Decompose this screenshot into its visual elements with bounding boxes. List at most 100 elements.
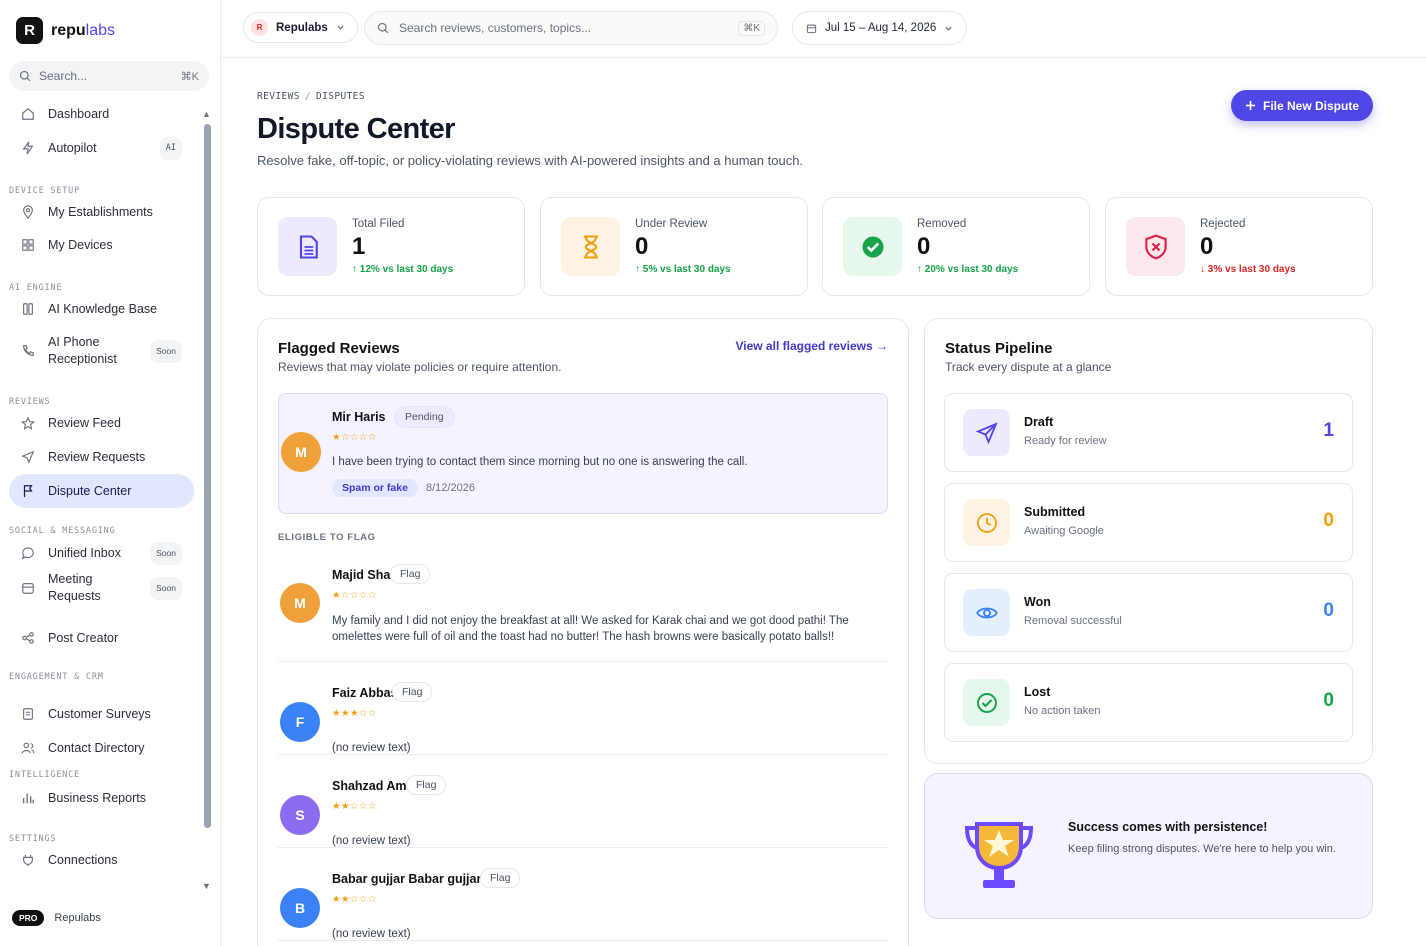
- pipeline-stage-draft[interactable]: Draft Ready for review 1: [944, 393, 1353, 472]
- stage-description: No action taken: [1024, 705, 1101, 717]
- sidebar-item-meeting-requests[interactable]: Meeting Requests Soon: [9, 571, 194, 605]
- pipeline-stage-won[interactable]: Won Removal successful 0: [944, 573, 1353, 652]
- view-all-label: View all flagged reviews: [735, 339, 873, 353]
- sidebar-item-label: My Establishments: [48, 204, 153, 219]
- sidebar-item-review-requests[interactable]: Review Requests: [9, 441, 194, 473]
- calendar-icon: [21, 581, 35, 595]
- star-rating: ★☆☆☆☆: [332, 590, 378, 601]
- flagged-reviews-title: Flagged Reviews: [278, 340, 400, 357]
- sidebar-item-badge: Soon: [150, 576, 182, 600]
- pin-icon: [21, 205, 35, 219]
- calendar-icon: [806, 24, 817, 33]
- pending-review-card[interactable]: M Mir Haris Pending ★☆☆☆☆ I have been tr…: [278, 393, 888, 514]
- sidebar-item-post-creator[interactable]: Post Creator: [9, 622, 194, 654]
- stage-name: Submitted: [1024, 505, 1086, 519]
- sidebar-item-label: Business Reports: [48, 790, 146, 805]
- plan-badge: PRO: [12, 910, 45, 926]
- sidebar-item-unified-inbox[interactable]: Unified Inbox Soon: [9, 537, 194, 569]
- view-all-flagged-link[interactable]: View all flagged reviews →: [735, 339, 888, 353]
- global-search-input[interactable]: Search reviews, customers, topics... ⌘K: [364, 11, 778, 45]
- avatar: M: [280, 583, 320, 623]
- sidebar-item-label: Review Requests: [48, 449, 146, 464]
- sidebar-item-dispute-center[interactable]: Dispute Center: [9, 474, 194, 508]
- status-badge: Pending: [394, 406, 455, 428]
- pipeline-stage-lost[interactable]: Lost No action taken 0: [944, 663, 1353, 742]
- hourglass-icon: [561, 217, 620, 276]
- row-divider: [278, 754, 888, 755]
- stat-change: ↓ 3% vs last 30 days: [1200, 264, 1296, 275]
- flag-button[interactable]: Flag: [390, 564, 431, 584]
- sidebar-item-label: Dashboard: [48, 106, 110, 121]
- scroll-up-icon[interactable]: ▲: [202, 109, 211, 119]
- row-divider: [278, 661, 888, 662]
- sidebar-item-review-feed[interactable]: Review Feed: [9, 407, 194, 439]
- global-search-placeholder: Search reviews, customers, topics...: [399, 21, 592, 35]
- sidebar-item-label: AI Knowledge Base: [48, 301, 158, 316]
- brand[interactable]: R repulabs: [16, 17, 115, 44]
- sidebar-item-badge: AI: [159, 136, 182, 160]
- stat-value: 0: [1200, 233, 1214, 260]
- sidebar-search-shortcut: ⌘K: [180, 70, 199, 83]
- sidebar-item-dashboard[interactable]: Dashboard: [9, 98, 194, 130]
- dispute-reason-badge: Spam or fake: [332, 479, 418, 497]
- avatar: M: [281, 432, 321, 472]
- reviewer-name: Shahzad Amir: [332, 779, 415, 793]
- sidebar-item-label: Post Creator: [48, 630, 119, 645]
- stat-card-rejected[interactable]: Rejected 0 ↓ 3% vs last 30 days: [1105, 197, 1373, 296]
- sidebar-item-customer-surveys[interactable]: Customer Surveys: [9, 698, 194, 730]
- page-title: Dispute Center: [257, 113, 455, 145]
- file-new-dispute-button[interactable]: File New Dispute: [1231, 90, 1373, 121]
- promo-text: Keep filing strong disputes. We're here …: [1068, 843, 1336, 855]
- file-new-dispute-label: File New Dispute: [1262, 98, 1360, 113]
- avatar: S: [280, 795, 320, 835]
- scroll-down-icon[interactable]: ▼: [202, 881, 211, 891]
- sidebar-item-connections[interactable]: Connections: [9, 844, 194, 876]
- sidebar-item-ai-phone-receptionist[interactable]: AI Phone Receptionist Soon: [9, 334, 194, 368]
- sidebar-item-autopilot[interactable]: Autopilot AI: [9, 132, 194, 164]
- business-name: Repulabs: [276, 21, 328, 34]
- sidebar-item-label: Connections: [48, 852, 118, 867]
- sidebar-item-my-devices[interactable]: My Devices: [9, 229, 194, 261]
- scroll-thumb[interactable]: [204, 124, 211, 828]
- stat-card-total-filed[interactable]: Total Filed 1 ↑ 12% vs last 30 days: [257, 197, 525, 296]
- grid-icon: [21, 238, 35, 252]
- avatar: F: [280, 702, 320, 742]
- business-avatar: R: [251, 19, 268, 36]
- star-rating: ★★☆☆☆: [332, 894, 378, 905]
- flag-button[interactable]: Flag: [392, 682, 433, 702]
- star-rating: ★☆☆☆☆: [332, 432, 378, 443]
- topbar: R Repulabs Search reviews, customers, to…: [221, 0, 1426, 58]
- stage-name: Lost: [1024, 685, 1051, 699]
- search-icon: [377, 22, 389, 34]
- sidebar-footer[interactable]: PRO Repulabs: [12, 910, 101, 926]
- row-divider: [278, 940, 888, 941]
- stage-count: 0: [1323, 690, 1334, 711]
- breadcrumb-reviews[interactable]: REVIEWS: [257, 91, 300, 102]
- stat-card-under-review[interactable]: Under Review 0 ↑ 5% vs last 30 days: [540, 197, 808, 296]
- stat-label: Total Filed: [352, 218, 405, 230]
- sidebar-search-placeholder: Search...: [39, 69, 88, 83]
- sidebar-item-business-reports[interactable]: Business Reports: [9, 782, 194, 814]
- flag-icon: [21, 484, 35, 498]
- reviewer-name: Majid Shah: [332, 568, 398, 582]
- check-circle-icon: [843, 217, 902, 276]
- page-subtitle: Resolve fake, off-topic, or policy-viola…: [257, 153, 804, 168]
- sidebar-item-my-establishments[interactable]: My Establishments: [9, 196, 194, 228]
- date-range-picker[interactable]: Jul 15 – Aug 14, 2026: [792, 11, 968, 45]
- stat-change: ↑ 5% vs last 30 days: [635, 264, 731, 275]
- clock-icon: [963, 499, 1010, 546]
- status-pipeline-subtitle: Track every dispute at a glance: [945, 360, 1112, 374]
- pipeline-stage-submitted[interactable]: Submitted Awaiting Google 0: [944, 483, 1353, 562]
- business-switcher[interactable]: R Repulabs: [243, 12, 358, 43]
- flag-button[interactable]: Flag: [480, 868, 521, 888]
- sidebar-item-label: Contact Directory: [48, 740, 145, 755]
- reviewer-name: Mir Haris: [332, 410, 386, 424]
- stat-card-removed[interactable]: Removed 0 ↑ 20% vs last 30 days: [822, 197, 1090, 296]
- sidebar-scrollbar[interactable]: ▲ ▼: [202, 109, 211, 892]
- sidebar-item-ai-knowledge-base[interactable]: AI Knowledge Base: [9, 293, 194, 325]
- flag-button[interactable]: Flag: [406, 775, 447, 795]
- promo-title: Success comes with persistence!: [1068, 820, 1268, 834]
- sidebar-item-contact-directory[interactable]: Contact Directory: [9, 732, 194, 764]
- stat-value: 1: [352, 233, 366, 260]
- sidebar-search-input[interactable]: Search... ⌘K: [9, 61, 209, 91]
